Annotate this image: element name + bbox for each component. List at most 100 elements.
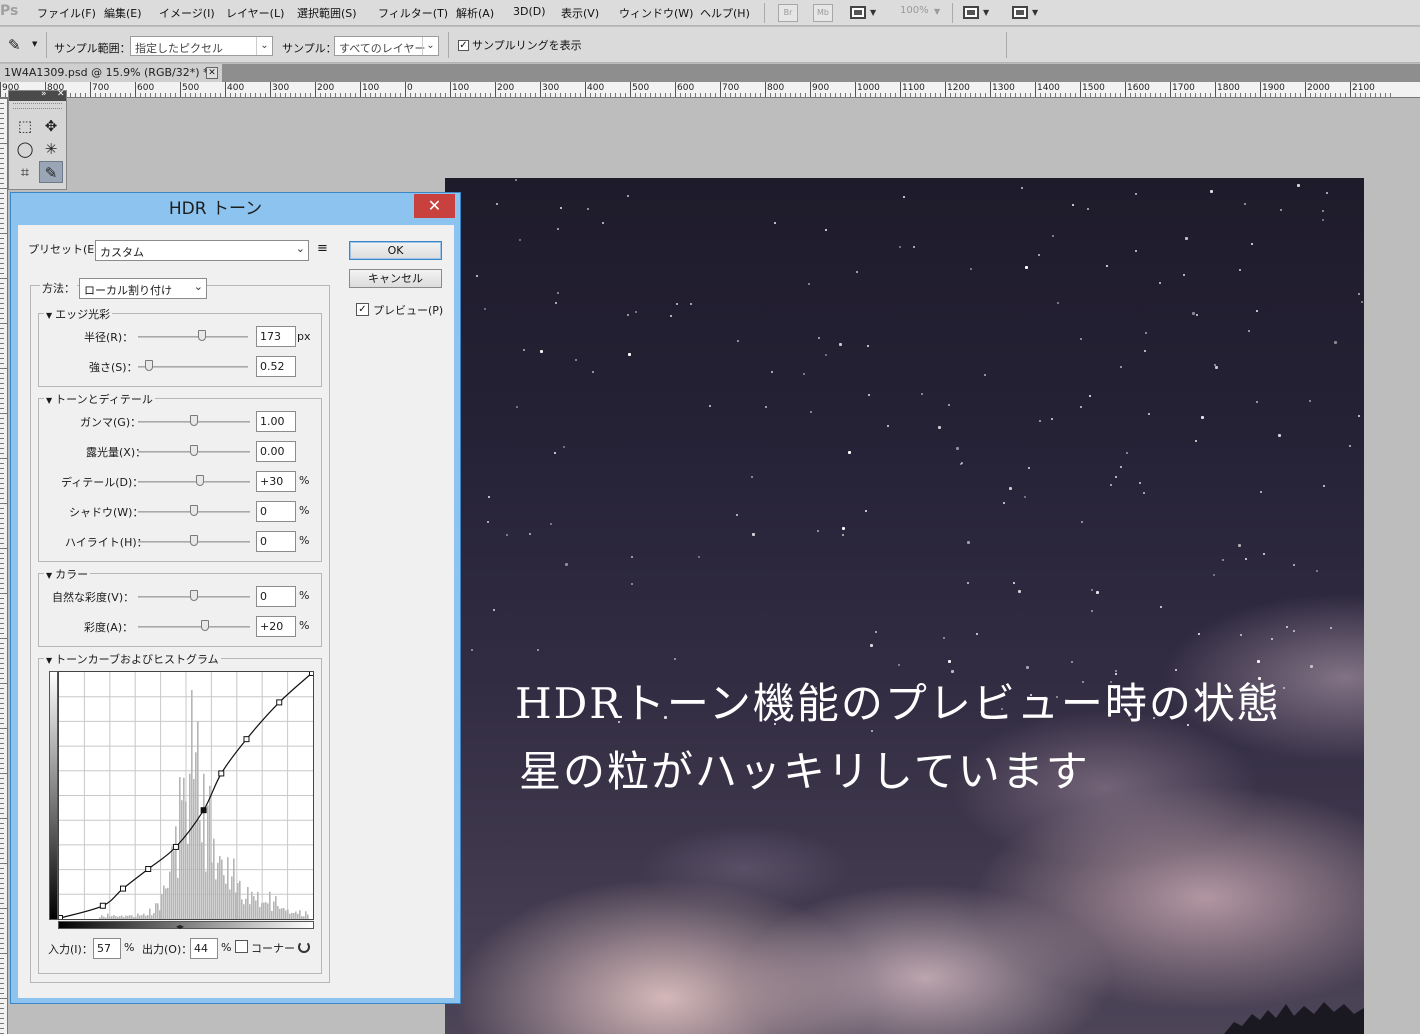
corner-checkbox[interactable] — [235, 940, 248, 953]
dialog-title[interactable]: HDR トーン — [11, 193, 460, 225]
strength-input[interactable]: 0.52 — [256, 356, 296, 377]
sample-layers-select[interactable]: すべてのレイヤー ⌄ — [334, 36, 439, 56]
sample-size-select[interactable]: 指定したピクセル ⌄ — [130, 36, 273, 56]
mini-bridge-button[interactable]: Mb — [813, 4, 833, 22]
preset-options-icon[interactable]: ≡ — [317, 241, 328, 256]
highlight-slider-thumb[interactable] — [190, 535, 198, 546]
tone-curve-graph[interactable] — [57, 670, 315, 921]
ruler-minor-tick — [0, 863, 8, 864]
star — [802, 372, 805, 375]
ruler-minor-tick — [1100, 93, 1101, 97]
menu-edit[interactable]: 編集(E) — [104, 5, 142, 21]
tools-panel-header[interactable]: » ✕ — [9, 89, 66, 101]
collapse-panel-icon[interactable]: » — [41, 89, 47, 99]
show-sampling-ring-checkbox[interactable]: ✓ — [458, 40, 469, 51]
bridge-button[interactable]: Br — [778, 4, 798, 22]
detail-slider-thumb[interactable] — [195, 475, 204, 486]
view-extras-dropdown[interactable]: ▼ — [850, 4, 884, 22]
star — [1237, 543, 1241, 547]
eyedropper-tool-icon[interactable]: ✎ — [39, 161, 63, 183]
chevron-down-icon[interactable]: ▼ — [32, 40, 37, 48]
lasso-tool-icon[interactable]: ◯ — [13, 138, 37, 160]
ok-button[interactable]: OK — [349, 241, 442, 260]
curve-point[interactable] — [120, 885, 126, 892]
curve-point[interactable] — [276, 699, 283, 706]
exposure-input[interactable]: 0.00 — [256, 441, 296, 462]
curve-point[interactable] — [99, 902, 106, 909]
panel-grip[interactable] — [13, 103, 62, 109]
crop-tool-icon[interactable]: ⌗ — [13, 161, 37, 183]
canvas-image[interactable]: HDRトーン機能のプレビュー時の状態 星の粒がハッキリしています — [445, 178, 1364, 1034]
star — [486, 521, 489, 524]
menu-select[interactable]: 選択範囲(S) — [297, 5, 357, 21]
menu-file[interactable]: ファイル(F) — [37, 5, 96, 21]
curve-point[interactable] — [218, 770, 225, 777]
edge-glow-title[interactable]: ▼ エッジ光彩 — [44, 306, 113, 322]
tone-detail-title[interactable]: ▼ トーンとディテール — [44, 391, 155, 407]
method-select[interactable]: ローカル割り付け ⌄ — [79, 278, 207, 299]
vibrance-slider-thumb[interactable] — [190, 590, 198, 601]
zoom-level[interactable]: 100% — [900, 5, 929, 16]
detail-slider[interactable] — [138, 481, 250, 483]
color-title[interactable]: ▼ カラー — [44, 566, 91, 582]
reset-curve-icon[interactable] — [298, 941, 310, 953]
menu-view[interactable]: 表示(V) — [561, 5, 599, 21]
cancel-button[interactable]: キャンセル — [349, 269, 442, 288]
curve-title[interactable]: ▼ トーンカーブおよびヒストグラム — [44, 651, 221, 667]
curve-point[interactable] — [172, 843, 179, 850]
close-dialog-icon[interactable]: ✕ — [414, 194, 455, 218]
detail-input[interactable]: +30 — [256, 471, 296, 492]
curve-point[interactable] — [243, 736, 250, 743]
radius-slider-thumb[interactable] — [197, 330, 206, 341]
screen-mode-dropdown[interactable]: ▼ — [1012, 4, 1046, 22]
arrange-documents-dropdown[interactable]: ▼ — [963, 4, 997, 22]
ruler-tick — [630, 82, 631, 97]
menu-window[interactable]: ウィンドウ(W) — [619, 5, 693, 21]
histogram-bar — [117, 916, 119, 919]
tone-curve-svg[interactable] — [57, 670, 315, 921]
close-panel-icon[interactable]: ✕ — [57, 89, 65, 99]
curve-point[interactable] — [309, 670, 315, 676]
shadow-slider-thumb[interactable] — [190, 505, 198, 516]
menu-help[interactable]: ヘルプ(H) — [700, 5, 750, 21]
menu-layer[interactable]: レイヤー(L) — [226, 5, 284, 21]
gamma-input[interactable]: 1.00 — [256, 411, 296, 432]
saturation-slider[interactable] — [138, 626, 250, 628]
radius-slider[interactable] — [138, 336, 248, 338]
menu-filter[interactable]: フィルター(T) — [378, 5, 448, 21]
radius-input[interactable]: 173 — [256, 326, 296, 347]
photoshop-logo: Ps — [0, 3, 19, 19]
move-tool-icon[interactable]: ✥ — [39, 115, 63, 137]
saturation-input[interactable]: +20 — [256, 616, 296, 637]
document-tab[interactable]: 1W4A1309.psd @ 15.9% (RGB/32*) * — [0, 64, 222, 82]
ruler-minor-tick — [0, 153, 4, 154]
ruler-minor-tick — [215, 93, 216, 97]
ruler-minor-tick — [1295, 93, 1296, 97]
preset-select[interactable]: カスタム ⌄ — [95, 240, 309, 261]
highlight-input[interactable]: 0 — [256, 531, 296, 552]
vibrance-input[interactable]: 0 — [256, 586, 296, 607]
preview-checkbox[interactable]: ✓ — [356, 303, 369, 316]
curve-point[interactable] — [57, 915, 63, 921]
eyedropper-preset-icon[interactable]: ✎ — [8, 36, 21, 54]
exposure-slider-thumb[interactable] — [190, 445, 198, 456]
gamma-slider-thumb[interactable] — [190, 415, 198, 426]
ruler-minor-tick — [1115, 93, 1116, 97]
strength-slider[interactable] — [138, 366, 248, 368]
strength-slider-thumb[interactable] — [145, 360, 154, 371]
curve-point-selected[interactable] — [200, 807, 207, 814]
saturation-slider-thumb[interactable] — [201, 620, 210, 631]
input-field[interactable]: 57 — [93, 938, 121, 959]
marquee-tool-icon[interactable]: ⬚ — [13, 115, 37, 137]
menu-image[interactable]: イメージ(I) — [159, 5, 215, 21]
menu-analysis[interactable]: 解析(A) — [456, 5, 494, 21]
menu-3d[interactable]: 3D(D) — [513, 5, 546, 18]
shadow-input[interactable]: 0 — [256, 501, 296, 522]
ruler-minor-tick — [500, 93, 501, 97]
close-document-icon[interactable]: ✕ — [206, 67, 218, 79]
magic-wand-tool-icon[interactable]: ✳ — [39, 138, 63, 160]
curve-point[interactable] — [145, 866, 152, 872]
histogram-bar — [183, 777, 185, 919]
ruler-minor-tick — [610, 93, 611, 97]
output-field[interactable]: 44 — [190, 938, 218, 959]
